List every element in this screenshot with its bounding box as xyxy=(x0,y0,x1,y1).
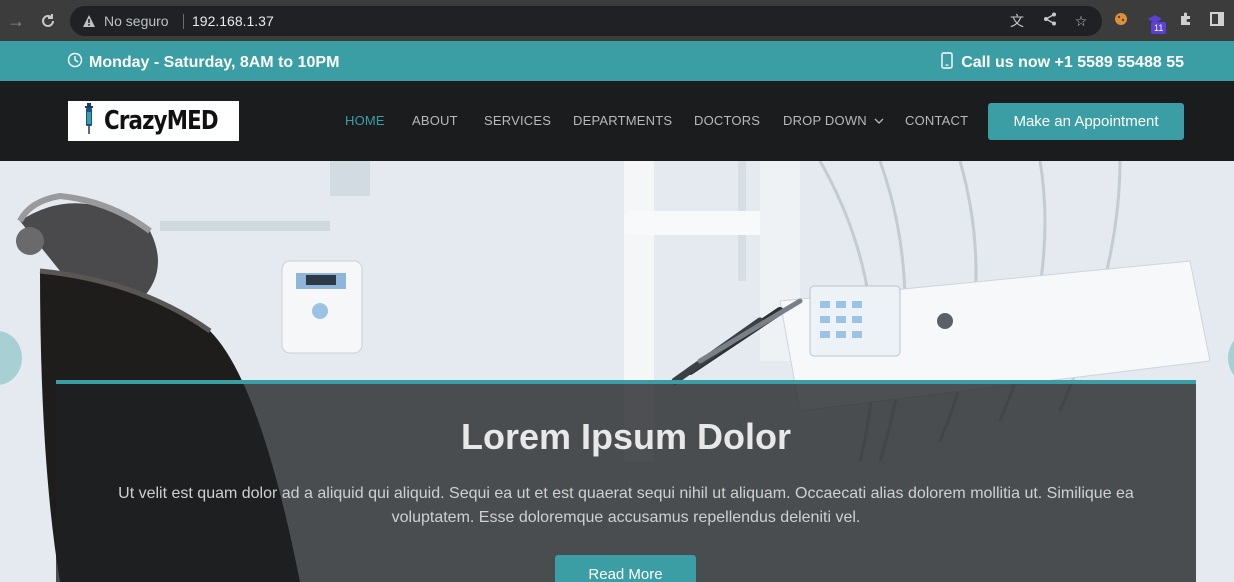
nav-dropdown[interactable]: DROP DOWN xyxy=(783,113,884,128)
phone-text[interactable]: Call us now +1 5589 55488 55 xyxy=(961,54,1184,72)
back-arrow-icon[interactable]: → xyxy=(5,10,27,32)
opening-hours-text: Monday - Saturday, 8AM to 10PM xyxy=(89,53,340,71)
omnibox-separator xyxy=(183,14,184,29)
nav-about[interactable]: ABOUT xyxy=(412,113,458,128)
nav-home[interactable]: HOME xyxy=(345,113,385,128)
warning-icon xyxy=(82,14,96,28)
reload-icon[interactable] xyxy=(37,10,59,32)
phone-icon xyxy=(941,52,953,74)
share-icon[interactable] xyxy=(1041,12,1059,30)
nav-services[interactable]: SERVICES xyxy=(484,113,551,128)
opening-hours: Monday - Saturday, 8AM to 10PM xyxy=(67,52,339,73)
puzzle-icon[interactable] xyxy=(1176,11,1196,31)
site-header: CrazyMED HOME ABOUT SERVICES DEPARTMENTS… xyxy=(0,81,1234,161)
browser-toolbar: → No seguro 192.168.1.37 文 ☆ 11 xyxy=(0,0,1234,41)
logo-text: CrazyMED xyxy=(104,106,219,136)
site-logo[interactable]: CrazyMED xyxy=(68,101,239,141)
side-panel-icon[interactable] xyxy=(1207,11,1227,31)
url-text[interactable]: 192.168.1.37 xyxy=(192,13,274,29)
security-label[interactable]: No seguro xyxy=(104,13,169,29)
top-info-bar: Monday - Saturday, 8AM to 10PM Call us n… xyxy=(0,41,1234,81)
nav-departments[interactable]: DEPARTMENTS xyxy=(573,113,672,128)
nav-dropdown-label: DROP DOWN xyxy=(783,113,867,128)
make-appointment-button[interactable]: Make an Appointment xyxy=(988,103,1184,140)
address-bar[interactable]: No seguro 192.168.1.37 文 ☆ xyxy=(70,6,1102,36)
syringe-icon xyxy=(82,102,96,140)
bookmark-star-icon[interactable]: ☆ xyxy=(1072,12,1090,30)
hero-caption: Lorem Ipsum Dolor Ut velit est quam dolo… xyxy=(56,380,1196,582)
extension-badge: 11 xyxy=(1151,22,1167,34)
clock-icon xyxy=(67,52,83,73)
hero-text: Ut velit est quam dolor ad a aliquid qui… xyxy=(118,485,1134,526)
hero-slider: Lorem Ipsum Dolor Ut velit est quam dolo… xyxy=(0,161,1234,582)
chevron-down-icon xyxy=(871,113,884,128)
nav-doctors[interactable]: DOCTORS xyxy=(694,113,760,128)
phone-contact: Call us now +1 5589 55488 55 xyxy=(941,52,1184,74)
nav-contact[interactable]: CONTACT xyxy=(905,113,968,128)
read-more-button[interactable]: Read More xyxy=(555,555,696,582)
translate-icon[interactable]: 文 xyxy=(1008,12,1026,30)
extension-cookie-icon[interactable] xyxy=(1111,11,1131,31)
hero-title: Lorem Ipsum Dolor xyxy=(460,416,792,457)
